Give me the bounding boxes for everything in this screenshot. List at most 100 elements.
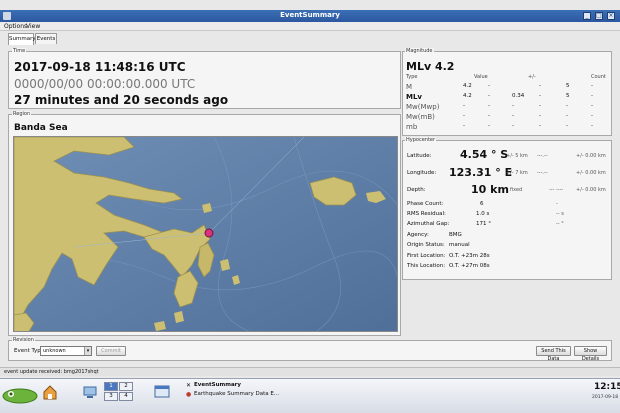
- epicenter-marker[interactable]: [204, 228, 214, 238]
- clock-time[interactable]: 12:15: [594, 382, 620, 392]
- menu-options[interactable]: Options: [4, 23, 27, 30]
- workspace-2[interactable]: 2: [119, 382, 133, 391]
- origin-status-value: manual: [449, 242, 470, 248]
- this-location-value: O.T. +27m 08s: [449, 263, 490, 269]
- send-this-data-button[interactable]: Send This Data: [536, 346, 571, 362]
- status-bar: event update received: bmg2017shqt: [0, 367, 620, 376]
- phase-count-value: 6: [480, 201, 484, 207]
- depth-err2: +/- 0.00 km: [576, 187, 606, 193]
- longitude-err: +/- 7 km: [506, 170, 528, 176]
- magnitude-d2: -: [539, 123, 541, 129]
- x-icon: ✕: [186, 382, 192, 389]
- show-details-button[interactable]: Show Details: [574, 346, 607, 362]
- event-type-value: unknown: [43, 348, 66, 354]
- phase-count-secondary: -: [556, 201, 558, 207]
- longitude-secondary: ---.--: [537, 170, 548, 176]
- region-name: Banda Sea: [14, 123, 68, 133]
- event-type-select[interactable]: unknown ▾: [40, 346, 92, 356]
- magnitude-pm: -: [512, 113, 514, 119]
- magnitude-type: Mw(Mwp): [406, 103, 440, 111]
- map-svg: [14, 137, 397, 331]
- first-location-value: O.T. +23m 28s: [449, 253, 490, 259]
- origin-status-label: Origin Status:: [407, 242, 445, 248]
- magnitude-pm: -: [512, 103, 514, 109]
- magnitude-d2: -: [539, 103, 541, 109]
- longitude-label: Longitude:: [407, 170, 437, 176]
- latitude-err2: +/- 0.00 km: [576, 153, 606, 159]
- workspace-3[interactable]: 3: [104, 392, 118, 401]
- elapsed-time: 27 minutes and 20 seconds ago: [14, 93, 229, 107]
- magnitude-count: -: [566, 113, 568, 119]
- workspace-1[interactable]: 1: [104, 382, 118, 391]
- magnitude-d3: -: [591, 113, 593, 119]
- magnitude-type: mb: [406, 123, 418, 131]
- task-window-title[interactable]: EventSummary: [194, 382, 241, 388]
- tab-events[interactable]: Events: [35, 33, 57, 44]
- window-titlebar[interactable]: EventSummary _ □ ×: [0, 10, 620, 22]
- magnitude-type: Mw(mB): [406, 113, 435, 121]
- magnitude-d3: -: [591, 93, 593, 99]
- magnitude-row[interactable]: M 4.2 - - 5 -: [406, 83, 610, 93]
- magnitude-row[interactable]: Mw(Mwp) - - - - - -: [406, 103, 610, 113]
- mag-header-type: Type: [406, 74, 418, 80]
- tab-summary[interactable]: Summary: [8, 33, 36, 45]
- magnitude-d3: -: [591, 83, 593, 89]
- menubar: Options View: [0, 22, 620, 31]
- magnitude-value: -: [463, 113, 465, 119]
- menu-view[interactable]: View: [26, 23, 40, 30]
- magnitude-value: -: [463, 103, 465, 109]
- latitude-secondary: ---.--: [537, 153, 548, 159]
- magnitude-count: 5: [566, 93, 570, 99]
- earthquake-icon: ●: [186, 391, 192, 398]
- window-list-icon[interactable]: [154, 384, 170, 400]
- region-map[interactable]: [13, 136, 398, 332]
- magnitude-row[interactable]: Mw(mB) - - - - - -: [406, 113, 610, 123]
- magnitude-d1: -: [488, 83, 490, 89]
- magnitude-d3: -: [591, 103, 593, 109]
- hypocenter-group-label: Hypocenter: [405, 137, 437, 143]
- magnitude-main: MLv 4.2: [406, 60, 455, 73]
- minimize-icon[interactable]: _: [583, 12, 591, 20]
- magnitude-count: 5: [566, 83, 570, 89]
- chevron-down-icon: ▾: [84, 347, 91, 355]
- mag-header-value: Value: [474, 74, 488, 80]
- hypocenter-group: [402, 140, 612, 280]
- magnitude-group-label: Magnitude: [405, 48, 434, 54]
- mag-header-count: Count: [591, 74, 606, 80]
- latitude-label: Latitude:: [407, 153, 432, 159]
- magnitude-type: M: [406, 83, 413, 91]
- close-icon[interactable]: ×: [607, 12, 615, 20]
- maximize-icon[interactable]: □: [595, 12, 603, 20]
- first-location-label: First Location:: [407, 253, 446, 259]
- magnitude-row[interactable]: mb - - - - - -: [406, 123, 610, 133]
- workspace-4[interactable]: 4: [119, 392, 133, 401]
- rms-secondary: -- s: [556, 211, 564, 217]
- magnitude-value: 4.2: [463, 83, 472, 89]
- magnitude-row[interactable]: MLv 4.2 - 0.34 - 5 -: [406, 93, 610, 103]
- home-icon[interactable]: [42, 384, 58, 400]
- mag-header-pm: +/-: [528, 74, 536, 80]
- depth-secondary: --- ----: [549, 187, 564, 193]
- longitude-err2: +/- 0.00 km: [576, 170, 606, 176]
- rms-value: 1.0 s: [476, 211, 490, 217]
- commit-button[interactable]: Commit: [96, 346, 126, 356]
- magnitude-d1: -: [488, 123, 490, 129]
- magnitude-value: -: [463, 123, 465, 129]
- magnitude-count: -: [566, 123, 568, 129]
- status-text: event update received: bmg2017shqt: [4, 369, 99, 375]
- magnitude-value: 4.2: [463, 93, 472, 99]
- magnitude-d1: -: [488, 113, 490, 119]
- agency-label: Agency:: [407, 232, 429, 238]
- revision-group-label: Revision: [12, 337, 35, 343]
- latitude-err: +/- 5 km: [506, 153, 528, 159]
- clock-date: 2017-09-18: [592, 395, 619, 400]
- task-window-subtitle[interactable]: Earthquake Summary Data E...: [194, 391, 279, 397]
- latitude-value: 4.54 ° S: [460, 148, 509, 161]
- time-group-label: Time: [12, 48, 27, 54]
- network-icon[interactable]: [82, 384, 98, 400]
- magnitude-d1: -: [488, 103, 490, 109]
- start-menu-icon[interactable]: [2, 384, 38, 404]
- magnitude-pm: 0.34: [512, 93, 525, 99]
- gap-value: 171 °: [476, 221, 491, 227]
- gap-label: Azimuthal Gap:: [407, 221, 450, 227]
